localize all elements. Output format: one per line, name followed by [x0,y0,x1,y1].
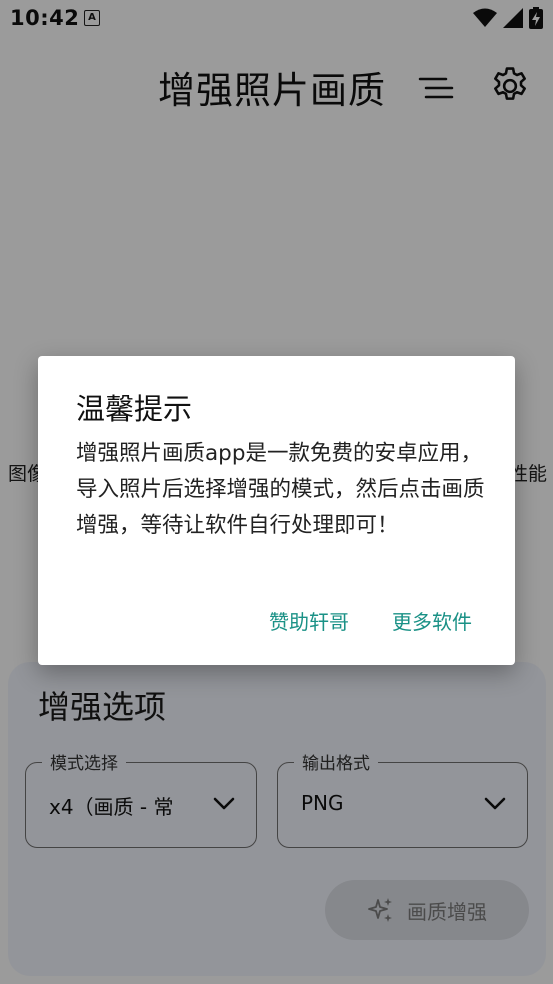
support-button[interactable]: 赞助轩哥 [269,606,349,635]
dialog-message: 增强照片画质app是一款免费的安卓应用，导入照片后选择增强的模式，然后点击画质增… [76,441,485,538]
dialog-title: 温馨提示 [76,392,193,426]
app-screen: 10:42 A 增强照片画质 图像 性能 增强选项 模式选择 x4（画质 - 常… [0,0,553,984]
more-apps-button[interactable]: 更多软件 [392,606,472,635]
tip-dialog: 温馨提示 增强照片画质app是一款免费的安卓应用，导入照片后选择增强的模式，然后… [38,356,515,665]
